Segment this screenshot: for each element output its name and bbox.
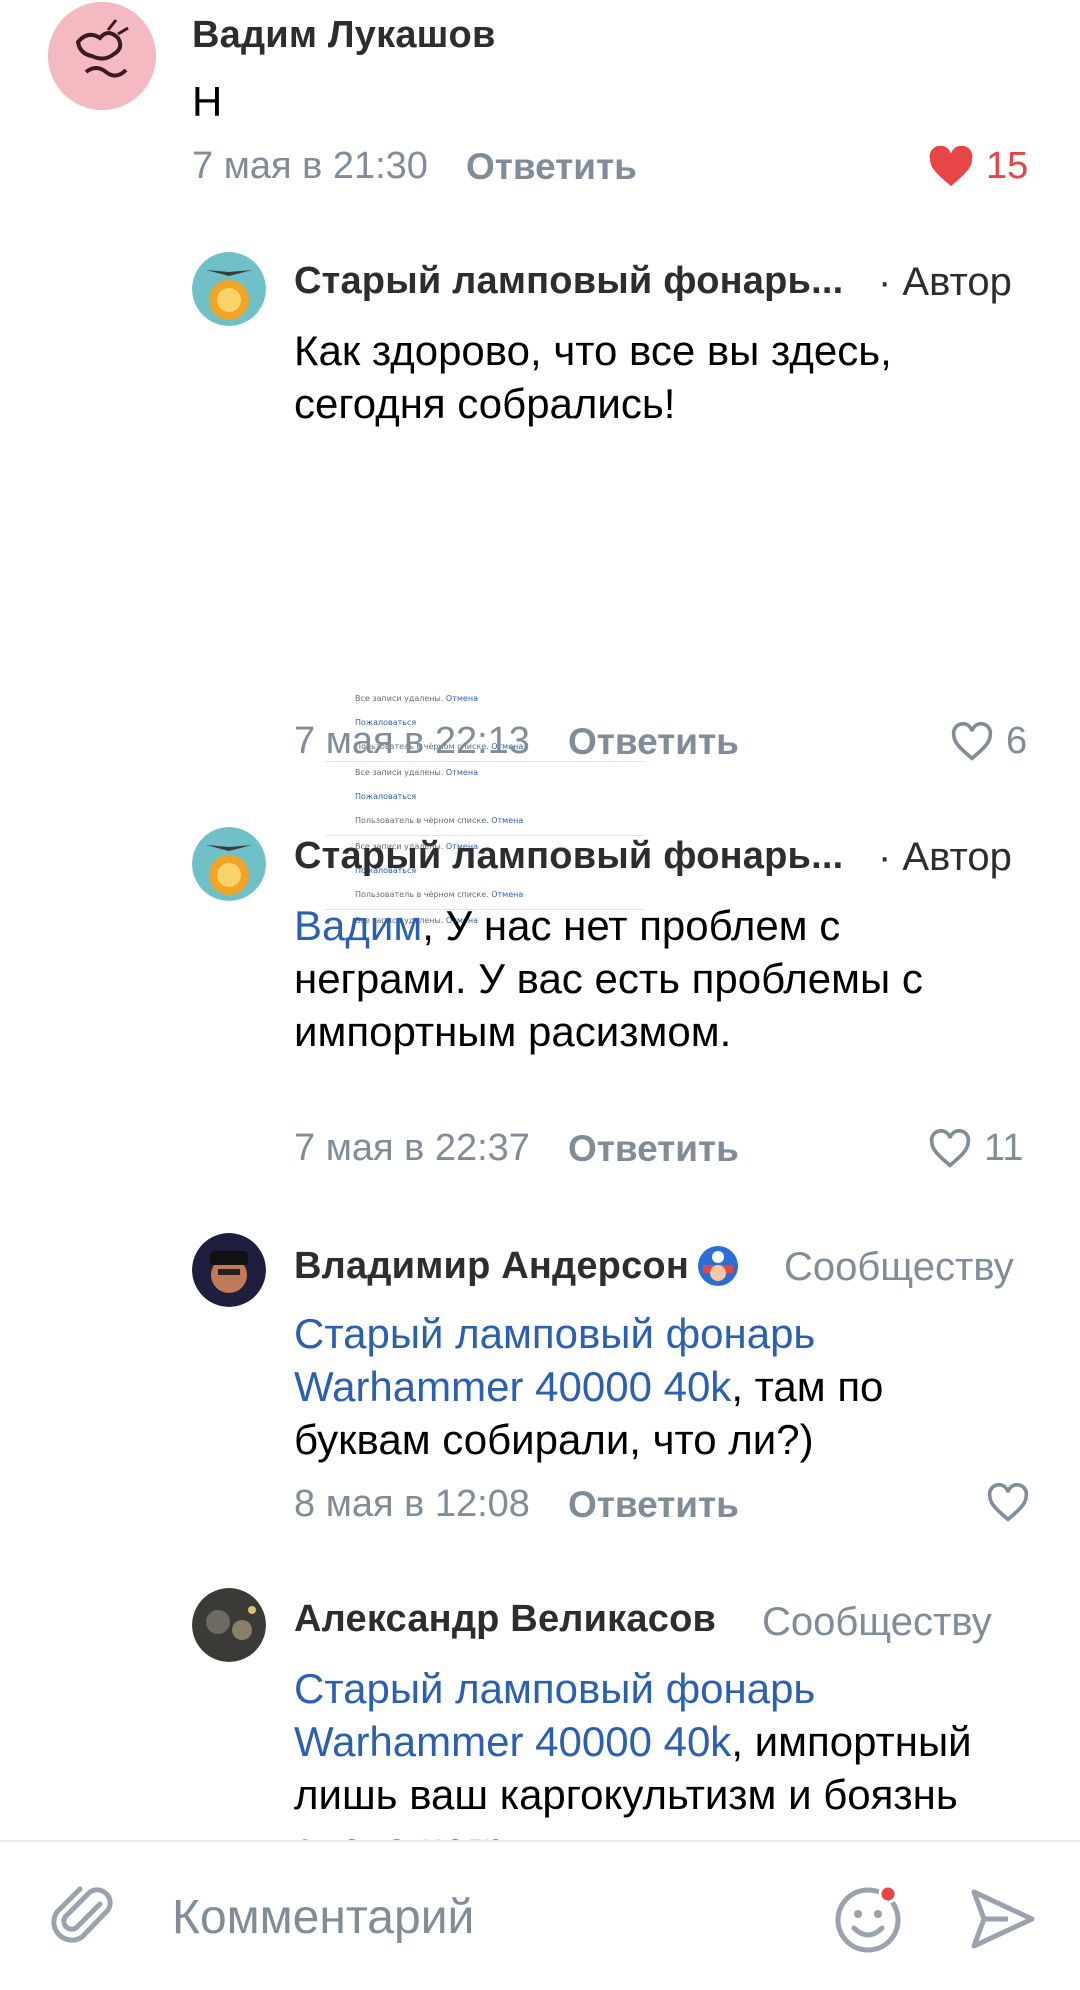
author-tag: · Автор [878, 260, 1012, 304]
comment-input[interactable]: Комментарий [172, 1890, 474, 1945]
attachment-line: Все записи удалены. Отмена [355, 768, 478, 777]
comment-text-part: , У нас нет проблем с [422, 902, 841, 949]
comment: Александр Великасов Сообществу Старый ла… [0, 1580, 1080, 1840]
like-button[interactable]: 6 [950, 720, 1027, 763]
attachment-line-link: Отмена [445, 768, 478, 777]
attachment-line: Все записи удалены. Отмена [355, 694, 478, 703]
author-name[interactable]: Вадим Лукашов [192, 14, 496, 57]
attachment-line: Пожаловаться [355, 792, 416, 801]
hero-sticker-icon [698, 1246, 738, 1286]
comment-text-part: неграми. У вас есть проблемы с импортным… [294, 955, 923, 1055]
comment-text: Старый ламповый фонарь Warhammer 40000 4… [294, 1307, 934, 1466]
like-count: 15 [986, 145, 1029, 187]
author-name[interactable]: Владимир Андерсон [294, 1245, 689, 1288]
comment-text: Н [192, 78, 223, 125]
reply-button[interactable]: Ответить [568, 1128, 739, 1170]
like-button[interactable] [986, 1483, 1030, 1523]
comments-feed: Вадим Лукашов Н 7 мая в 21:30 Ответить 1… [0, 0, 1080, 1840]
comment-date[interactable]: 7 мая в 22:37 [294, 1127, 530, 1170]
avatar[interactable] [192, 252, 266, 326]
attachment-line-link: Отмена [445, 694, 478, 703]
smile-icon[interactable] [832, 1882, 904, 1954]
comment-text: Старый ламповый фонарь Warhammer 40000 4… [294, 1662, 1034, 1840]
avatar[interactable] [192, 827, 266, 901]
comment-text: Как здорово, что все вы здесь, сегодня с… [294, 327, 892, 427]
comment: Вадим Лукашов Н 7 мая в 21:30 Ответить 1… [0, 0, 1080, 220]
comment-text: Вадим, У нас нет проблем с неграми. У ва… [294, 899, 934, 1058]
like-button[interactable]: 11 [928, 1127, 1023, 1170]
like-count: 11 [984, 1127, 1024, 1169]
heart-filled-icon [929, 145, 973, 186]
author-tag: Сообществу [784, 1245, 1014, 1289]
mention-link[interactable]: Вадим [294, 902, 422, 949]
comment-date[interactable]: 7 мая в 21:30 [192, 145, 428, 188]
attachment-line-text: Все записи удалены. [355, 694, 446, 703]
comment: Старый ламповый фонарь... · Автор Как зд… [0, 240, 1080, 936]
comment: Старый ламповый фонарь... · Автор Вадим,… [0, 815, 1080, 1175]
reply-button[interactable]: Ответить [568, 721, 739, 763]
heart-outline-icon [987, 1483, 1029, 1522]
comment-date[interactable]: 8 мая в 12:08 [294, 1483, 530, 1526]
avatar[interactable] [192, 1588, 266, 1662]
author-name[interactable]: Старый ламповый фонарь... [294, 835, 843, 878]
author-tag: Сообществу [762, 1600, 992, 1644]
comment-date[interactable]: 7 мая в 22:13 [294, 720, 530, 763]
avatar[interactable] [192, 1233, 266, 1307]
attach-icon[interactable] [50, 1882, 120, 1952]
attachment-line-text: Все записи удалены. [355, 768, 446, 777]
send-icon[interactable] [968, 1884, 1038, 1954]
author-tag: · Автор [878, 835, 1012, 879]
like-count: 6 [1006, 720, 1028, 762]
reply-button[interactable]: Ответить [466, 146, 637, 188]
comment: Владимир Андерсон Сообществу Старый ламп… [0, 1225, 1080, 1545]
like-button[interactable]: 15 [928, 145, 1028, 188]
avatar[interactable] [48, 2, 156, 110]
author-name[interactable]: Старый ламповый фонарь... [294, 260, 843, 303]
attachment-line-link: Пожаловаться [355, 792, 417, 801]
heart-outline-icon [951, 721, 993, 761]
reply-button[interactable]: Ответить [568, 1484, 739, 1526]
heart-outline-icon [929, 1128, 971, 1168]
author-name[interactable]: Александр Великасов [294, 1598, 716, 1641]
comment-composer: Комментарий [0, 1840, 1080, 1990]
